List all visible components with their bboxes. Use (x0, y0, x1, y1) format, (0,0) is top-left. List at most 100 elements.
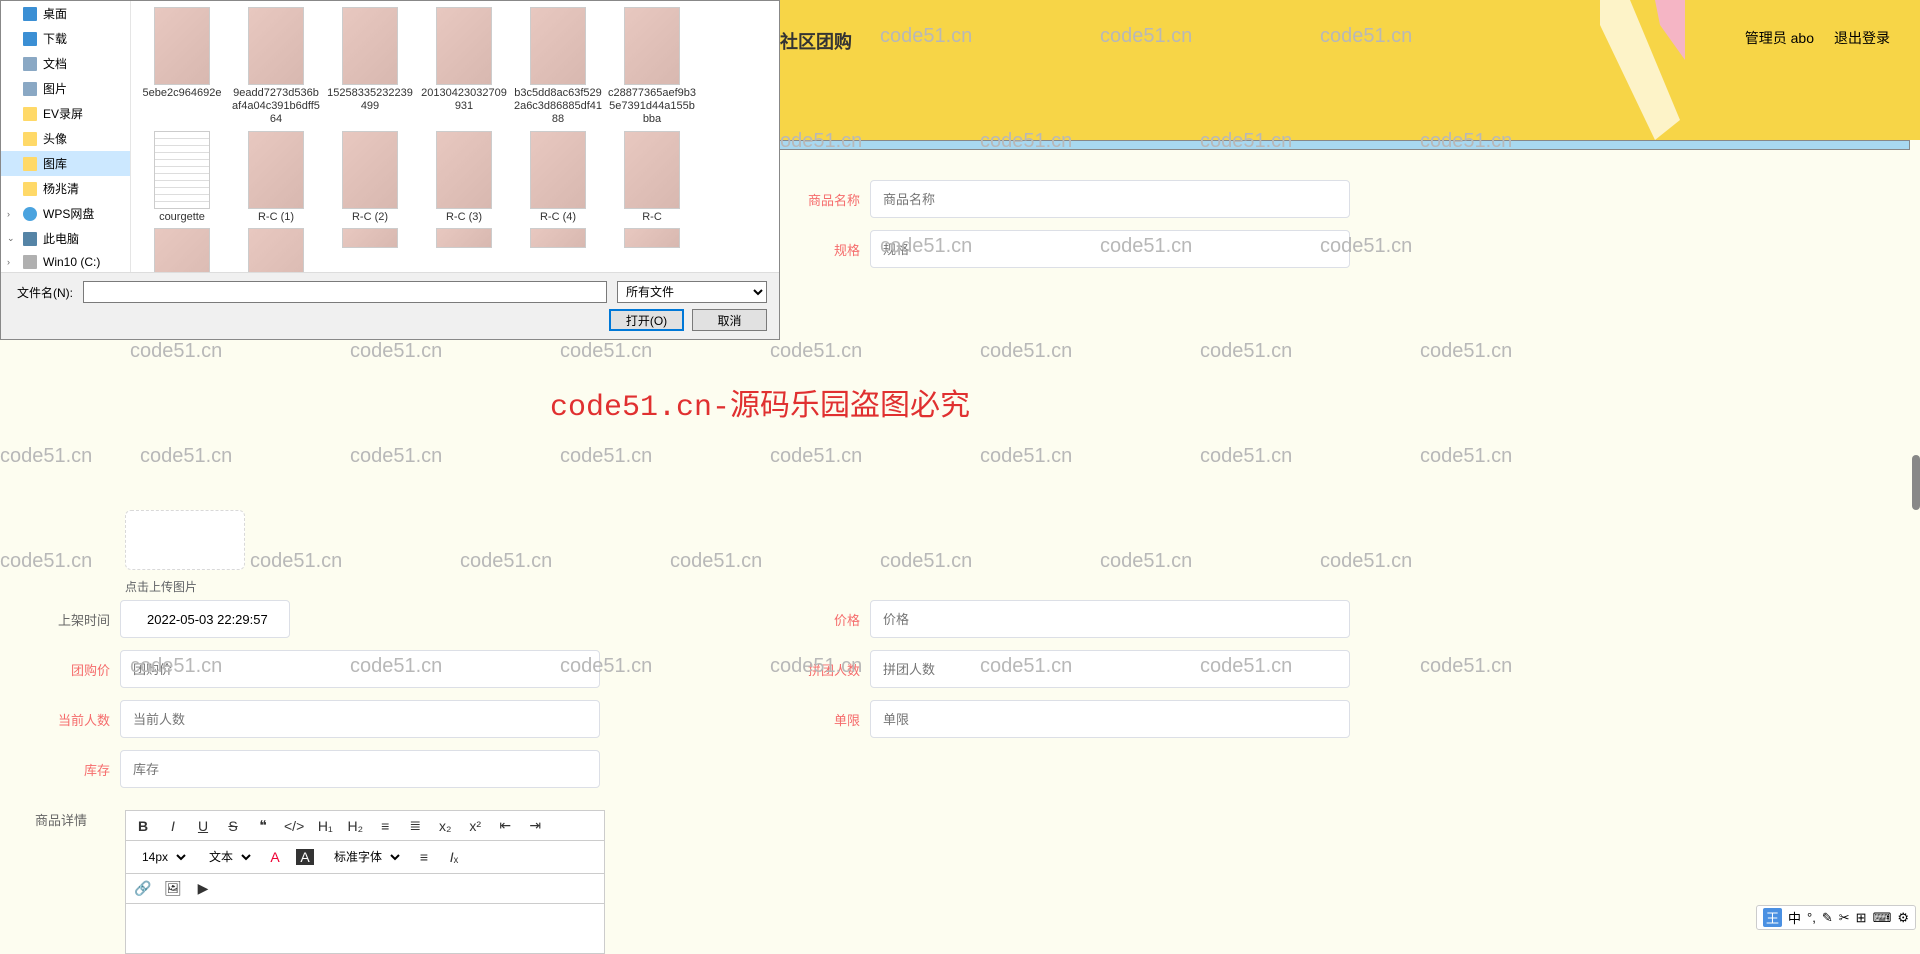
font-size-select[interactable]: 14px (134, 847, 189, 867)
label-product-name: 商品名称 (780, 190, 870, 209)
open-button[interactable]: 打开(O) (609, 309, 684, 331)
tree-item[interactable]: ⌄此电脑 (1, 226, 130, 251)
label-single-limit: 单限 (780, 710, 870, 729)
download-icon (23, 32, 37, 46)
tree-item[interactable]: EV录屏 (1, 101, 130, 126)
watermark: code51.cn (1420, 655, 1512, 678)
input-stock[interactable] (120, 750, 600, 788)
image-upload-box[interactable] (125, 510, 245, 570)
italic-btn[interactable]: I (164, 818, 182, 834)
pencil-decoration (1590, 0, 1690, 140)
label-spec: 规格 (780, 240, 870, 259)
tree-item[interactable]: 图片 (1, 76, 130, 101)
file-item[interactable] (513, 228, 603, 272)
file-item[interactable]: 20130423032709931 (419, 7, 509, 127)
clear-format-btn[interactable]: Iₓ (445, 849, 463, 865)
tree-item[interactable]: 头像 (1, 126, 130, 151)
file-filter-select[interactable]: 所有文件 (617, 281, 767, 303)
quote-btn[interactable]: ❝ (254, 817, 272, 834)
file-item[interactable]: 15258335232239499 (325, 7, 415, 127)
file-name: 15258335232239499 (325, 87, 415, 113)
tree-item[interactable]: ›WPS网盘 (1, 201, 130, 226)
file-item[interactable] (607, 228, 697, 272)
input-price[interactable] (870, 600, 1350, 638)
strike-btn[interactable]: S (224, 818, 242, 834)
font-type-select[interactable]: 文本 (201, 847, 254, 867)
tree-item[interactable]: 下载 (1, 26, 130, 51)
file-item[interactable]: R-C (3) (419, 131, 509, 224)
align-btn[interactable]: ≡ (415, 849, 433, 865)
file-item[interactable]: 微信截图_20220311123243 (137, 228, 227, 272)
ime-btn-6[interactable]: ⌨ (1873, 910, 1892, 926)
input-product-name[interactable] (870, 180, 1350, 218)
file-name: c28877365aef9b35e7391d44a155bbba (607, 87, 697, 127)
input-shelf-time[interactable] (120, 600, 290, 638)
ime-toolbar[interactable]: 王中 °, ✎ ✂ ⊞ ⌨ ⚙ (1756, 905, 1916, 930)
link-icon[interactable]: 🔗 (134, 880, 152, 897)
file-item[interactable] (419, 228, 509, 272)
underline-btn[interactable]: U (194, 818, 212, 834)
dialog-sidebar[interactable]: 桌面下载文档图片EV录屏头像图库杨兆清›WPS网盘⌄此电脑›Win10 (C:)… (1, 1, 131, 272)
scrollbar-thumb[interactable] (1912, 455, 1920, 510)
file-thumbnail (154, 228, 210, 272)
ul-btn[interactable]: ≣ (406, 817, 424, 834)
tree-item[interactable]: 图库 (1, 151, 130, 176)
code-btn[interactable]: </> (284, 818, 304, 834)
cancel-button[interactable]: 取消 (692, 309, 767, 331)
field-spec: 规格 (780, 230, 1350, 268)
input-single-limit[interactable] (870, 700, 1350, 738)
input-group-count[interactable] (870, 650, 1350, 688)
tree-item[interactable]: 文档 (1, 51, 130, 76)
tree-item[interactable]: 桌面 (1, 1, 130, 26)
file-item[interactable] (325, 228, 415, 272)
file-item[interactable]: b3c5dd8ac63f5292a6c3d86885df4188 (513, 7, 603, 127)
image-icon[interactable]: 🖼 (164, 880, 182, 897)
sup-btn[interactable]: x² (466, 818, 484, 834)
h2-btn[interactable]: H₂ (346, 818, 364, 834)
ime-btn-4[interactable]: ✂ (1839, 910, 1850, 926)
tree-item[interactable]: ›Win10 (C:) (1, 251, 130, 272)
tree-item[interactable]: 杨兆清 (1, 176, 130, 201)
file-item[interactable]: R-C (607, 131, 697, 224)
indent-btn[interactable]: ⇤ (496, 817, 514, 834)
outdent-btn[interactable]: ⇥ (526, 817, 544, 834)
video-icon[interactable]: ▶ (194, 880, 212, 897)
file-item[interactable]: R-C (1) (231, 131, 321, 224)
dialog-file-grid[interactable]: 5ebe2c964692e9eadd7273d536baf4a04c391b6d… (131, 1, 779, 272)
file-item[interactable]: R-C (2) (325, 131, 415, 224)
file-item[interactable]: c28877365aef9b35e7391d44a155bbba (607, 7, 697, 127)
file-item[interactable]: courgette (137, 131, 227, 224)
font-family-select[interactable]: 标准字体 (326, 847, 403, 867)
ime-btn-7[interactable]: ⚙ (1897, 910, 1909, 926)
filename-input[interactable] (83, 281, 607, 303)
file-thumbnail (624, 228, 680, 248)
input-group-price[interactable] (120, 650, 600, 688)
editor-content[interactable] (125, 904, 605, 954)
file-thumbnail (530, 228, 586, 248)
file-item[interactable]: 9eadd7273d536baf4a04c391b6dff564 (231, 7, 321, 127)
admin-label[interactable]: 管理员 abo (1745, 28, 1814, 48)
editor-toolbar-2: 14px 文本 A A 标准字体 ≡ Iₓ (125, 841, 605, 874)
ime-btn-0[interactable]: 王 (1763, 908, 1782, 927)
ol-btn[interactable]: ≡ (376, 818, 394, 834)
ime-btn-3[interactable]: ✎ (1822, 910, 1833, 926)
font-color-btn[interactable]: A (266, 849, 284, 865)
input-spec[interactable] (870, 230, 1350, 268)
file-item[interactable]: 5ebe2c964692e (137, 7, 227, 127)
bold-btn[interactable]: B (134, 818, 152, 834)
file-thumbnail (436, 7, 492, 85)
logout-link[interactable]: 退出登录 (1834, 28, 1890, 48)
ime-btn-2[interactable]: °, (1807, 910, 1816, 925)
h1-btn[interactable]: H₁ (316, 818, 334, 834)
input-current-count[interactable] (120, 700, 600, 738)
sub-btn[interactable]: x₂ (436, 818, 454, 834)
bg-color-btn[interactable]: A (296, 849, 314, 865)
doc-icon (23, 57, 37, 71)
file-open-dialog: 桌面下载文档图片EV录屏头像图库杨兆清›WPS网盘⌄此电脑›Win10 (C:)… (0, 0, 780, 340)
file-item[interactable]: R-C (4) (513, 131, 603, 224)
ime-btn-5[interactable]: ⊞ (1856, 910, 1867, 926)
file-item[interactable]: 微信截图_20220311123255 (231, 228, 321, 272)
file-name: R-C (1) (231, 211, 321, 224)
filename-label: 文件名(N): (13, 284, 73, 301)
ime-btn-1[interactable]: 中 (1788, 908, 1801, 927)
